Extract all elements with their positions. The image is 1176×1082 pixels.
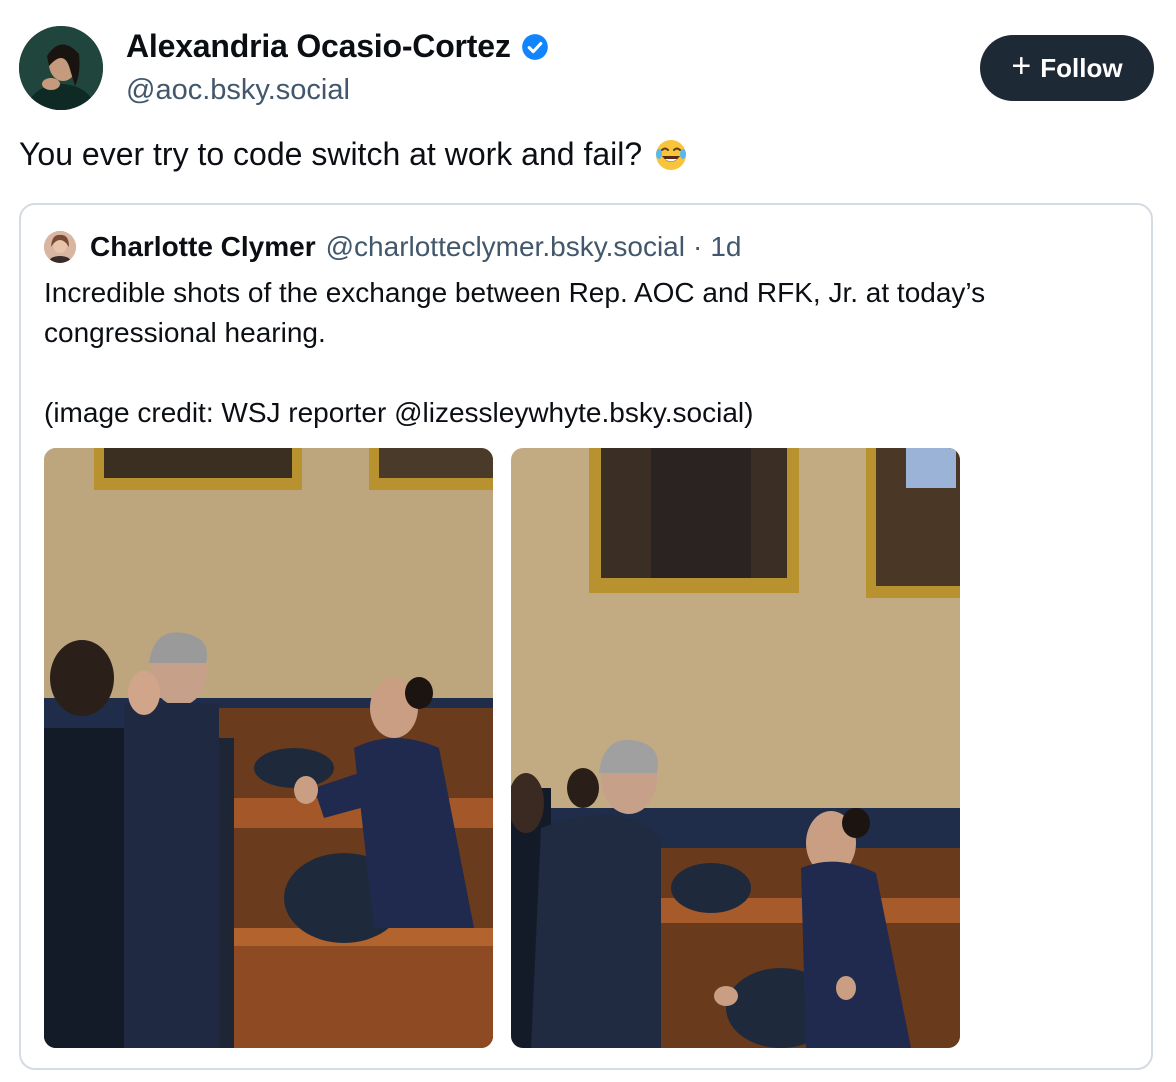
quoted-author-avatar[interactable]: [44, 231, 76, 263]
author-handle[interactable]: @aoc.bsky.social: [126, 74, 350, 107]
follow-button-label: Follow: [1040, 52, 1123, 83]
post-text: You ever try to code switch at work and …: [19, 136, 643, 172]
verified-badge-icon: [521, 33, 548, 60]
avatar[interactable]: [19, 26, 103, 110]
plus-icon: +: [1011, 47, 1032, 85]
quoted-author-name[interactable]: Charlotte Clymer: [90, 231, 316, 263]
author-display-name[interactable]: Alexandria Ocasio-Cortez: [126, 28, 511, 65]
face-with-tears-of-joy-icon: [656, 139, 687, 170]
quoted-post-time[interactable]: 1d: [710, 231, 741, 263]
quoted-post-card[interactable]: Charlotte Clymer @charlotteclymer.bsky.s…: [19, 203, 1153, 1070]
photo-hearing-2[interactable]: [511, 448, 960, 1048]
separator-dot: ·: [692, 231, 703, 262]
quoted-post-text: Incredible shots of the exchange between…: [44, 277, 986, 428]
quoted-author-handle[interactable]: @charlotteclymer.bsky.social: [326, 231, 685, 263]
post-text-row: You ever try to code switch at work and …: [19, 136, 688, 173]
follow-button[interactable]: + Follow: [980, 35, 1154, 101]
photo-hearing-1[interactable]: [44, 448, 493, 1048]
quoted-post-header: Charlotte Clymer @charlotteclymer.bsky.s…: [44, 231, 741, 263]
